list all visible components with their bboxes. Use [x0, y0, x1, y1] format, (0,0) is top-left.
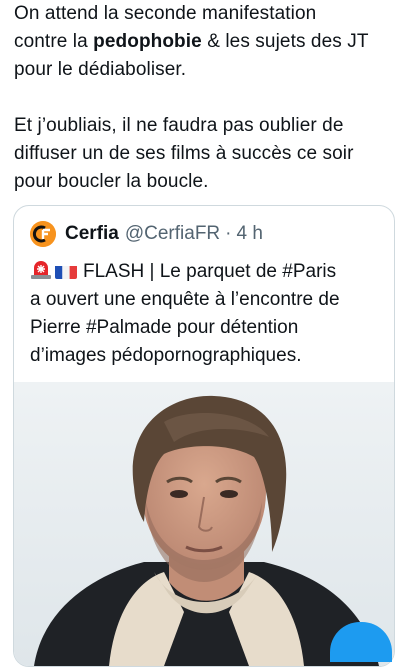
separator-dot: · — [225, 223, 232, 244]
tweet-line-text: diffuser un de ses films à succès ce soi… — [14, 143, 354, 164]
quote-line: FLASH | Le parquet de #Paris — [30, 258, 382, 286]
quote-line-text: Pierre #Palmade pour détention — [30, 317, 299, 338]
tweet-line-text: Et j’oubliais, il ne faudra pas oublier … — [14, 115, 344, 136]
quote-line-text: a ouvert une enquête à l’encontre de — [30, 289, 340, 310]
tweet-line-text: & les sujets des JT — [201, 31, 369, 52]
portrait-image — [14, 382, 394, 666]
tweet-line: pour le dédiaboliser. — [14, 56, 398, 84]
cerfia-logo-icon — [30, 221, 56, 247]
author-handle[interactable]: @CerfiaFR — [125, 223, 220, 245]
quoted-tweet-card[interactable]: Cerfia @CerfiaFR · 4 h FLASH | Le parque… — [13, 205, 395, 667]
tweet-line: diffuser un de ses films à succès ce soi… — [14, 140, 398, 168]
quote-line: Pierre #Palmade pour détention — [30, 314, 382, 342]
tweet-line-text: pour le dédiaboliser. — [14, 59, 187, 80]
tweet-line-text: pour boucler la boucle. — [14, 171, 209, 192]
tweet-line-text: contre la — [14, 31, 94, 52]
france-flag-icon — [55, 263, 77, 279]
tweet-line: contre la pedophobie & les sujets des JT — [14, 28, 398, 56]
tweet-bold-word: pedophobie — [93, 31, 202, 52]
quote-line-text: FLASH | Le parquet de #Paris — [83, 261, 337, 282]
tweet-line: pour boucler la boucle. — [14, 168, 398, 196]
tweet-text: On attend la seconde manifestation contr… — [14, 0, 398, 196]
siren-icon — [30, 260, 52, 280]
quoted-tweet-header: Cerfia @CerfiaFR · 4 h — [30, 220, 263, 248]
tweet-line: On attend la seconde manifestation — [14, 0, 398, 28]
quote-line-text: d’images pédopornographiques. — [30, 345, 302, 366]
timestamp[interactable]: 4 h — [236, 223, 262, 245]
quote-line: a ouvert une enquête à l’encontre de — [30, 286, 382, 314]
author-name[interactable]: Cerfia — [65, 223, 119, 245]
quote-line: d’images pédopornographiques. — [30, 342, 382, 370]
tweet-photo[interactable] — [14, 382, 394, 666]
avatar[interactable] — [30, 221, 56, 247]
tweet-line: Et j’oubliais, il ne faudra pas oublier … — [14, 112, 398, 140]
tweet-line-text: On attend la seconde manifestation — [14, 3, 317, 24]
quoted-tweet-body: FLASH | Le parquet de #Paris a ouvert un… — [30, 258, 382, 370]
